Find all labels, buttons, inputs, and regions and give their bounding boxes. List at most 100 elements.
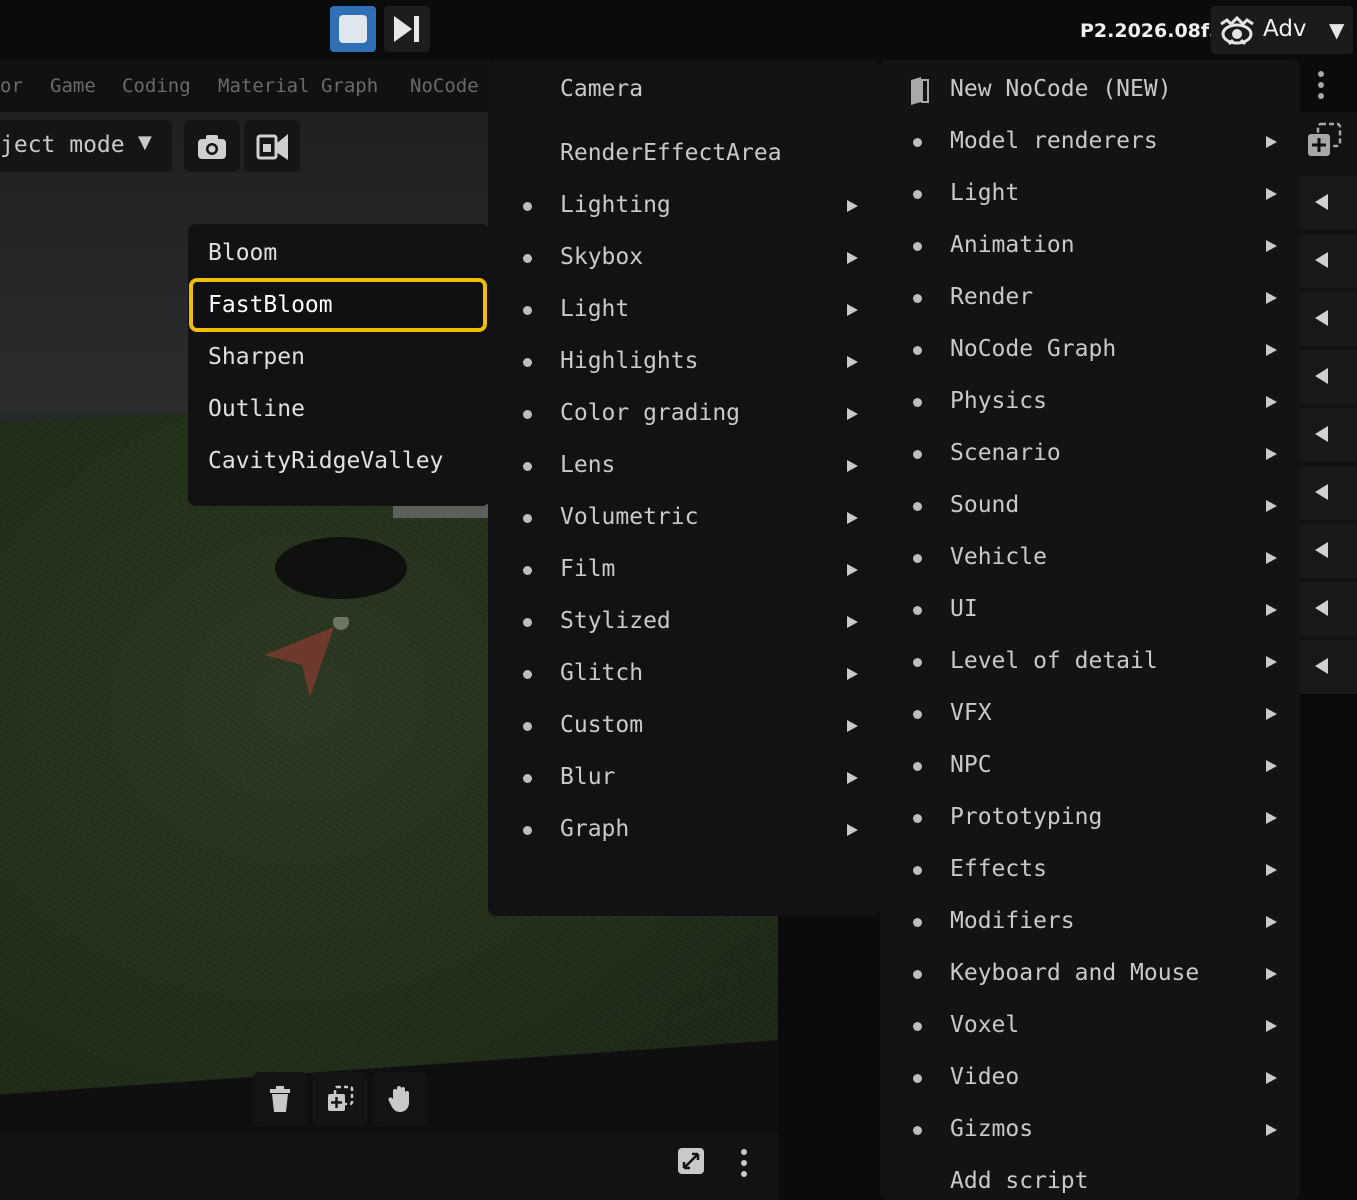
menu-item-sound[interactable]: Sound	[950, 492, 1019, 518]
menu-item-outline[interactable]: Outline	[208, 396, 305, 422]
add-component-icon[interactable]	[1306, 122, 1342, 160]
duplicate-icon	[328, 1085, 354, 1111]
collapse-button[interactable]	[1300, 234, 1357, 288]
film-camera-icon	[256, 134, 288, 160]
chevron-right-icon	[847, 772, 858, 784]
menu-item-vfx[interactable]: VFX	[950, 700, 992, 726]
pan-button[interactable]	[373, 1072, 427, 1126]
stop-icon	[339, 15, 367, 43]
menu-item-sharpen[interactable]: Sharpen	[208, 344, 305, 370]
duplicate-button[interactable]	[313, 1072, 367, 1126]
trash-icon	[270, 1086, 290, 1112]
tab-editor[interactable]: or	[0, 75, 23, 97]
menu-item-voxel[interactable]: Voxel	[950, 1012, 1019, 1038]
collapse-button[interactable]	[1300, 292, 1357, 346]
menu-item-camera[interactable]: Camera	[560, 76, 643, 102]
more-options-icon[interactable]	[1315, 70, 1327, 100]
menu-item-render-effect-area[interactable]: RenderEffectArea	[560, 140, 782, 166]
menu-item-bloom[interactable]: Bloom	[208, 240, 277, 266]
tab-coding[interactable]: Coding	[122, 75, 191, 97]
menu-item-scenario[interactable]: Scenario	[950, 440, 1061, 466]
menu-item-lighting[interactable]: Lighting	[560, 192, 671, 218]
bullet-icon	[913, 762, 922, 771]
menu-item-nocode-graph[interactable]: NoCode Graph	[950, 336, 1116, 362]
chevron-right-icon	[1266, 812, 1277, 824]
bullet-icon	[913, 502, 922, 511]
menu-item-physics[interactable]: Physics	[950, 388, 1047, 414]
menu-item-npc[interactable]: NPC	[950, 752, 992, 778]
collapse-button[interactable]	[1300, 524, 1357, 578]
menu-item-color-grading[interactable]: Color grading	[560, 400, 740, 426]
stop-button[interactable]	[330, 6, 376, 52]
step-forward-button[interactable]	[384, 6, 430, 52]
menu-item-skybox[interactable]: Skybox	[560, 244, 643, 270]
chevron-right-icon	[1266, 292, 1277, 304]
menu-item-prototyping[interactable]: Prototyping	[950, 804, 1102, 830]
menu-item-new-nocode[interactable]: New NoCode (NEW)	[950, 76, 1172, 102]
bullet-icon	[913, 242, 922, 251]
chevron-down-icon: ▼	[138, 132, 152, 153]
collapse-button[interactable]	[1300, 350, 1357, 404]
chevron-right-icon	[1266, 916, 1277, 928]
menu-item-keyboard-and-mouse[interactable]: Keyboard and Mouse	[950, 960, 1199, 986]
collapse-button[interactable]	[1300, 640, 1357, 694]
menu-item-render[interactable]: Render	[950, 284, 1033, 310]
menu-item-gizmos[interactable]: Gizmos	[950, 1116, 1033, 1142]
menu-item-blur[interactable]: Blur	[560, 764, 615, 790]
menu-item-stylized[interactable]: Stylized	[560, 608, 671, 634]
chevron-right-icon	[1266, 1020, 1277, 1032]
object-mode-select[interactable]: ject mode ▼	[0, 120, 172, 172]
collapse-button[interactable]	[1300, 176, 1357, 230]
mode-dropdown[interactable]: Adv ▼	[1211, 6, 1353, 54]
menu-item-effects[interactable]: Effects	[950, 856, 1047, 882]
screenshot-button[interactable]	[184, 120, 240, 172]
tab-game[interactable]: Game	[50, 75, 96, 97]
chevron-right-icon	[1266, 240, 1277, 252]
menu-item-film[interactable]: Film	[560, 556, 615, 582]
scene-object	[393, 504, 488, 518]
bullet-icon	[913, 554, 922, 563]
bullet-icon	[523, 514, 532, 523]
bullet-icon	[523, 202, 532, 211]
menu-item-ui[interactable]: UI	[950, 596, 978, 622]
menu-item-video[interactable]: Video	[950, 1064, 1019, 1090]
expand-icon[interactable]	[677, 1147, 705, 1175]
camera-view-button[interactable]	[244, 120, 300, 172]
menu-item-cavity-ridge-valley[interactable]: CavityRidgeValley	[208, 448, 443, 474]
collapse-button[interactable]	[1300, 466, 1357, 520]
chevron-right-icon	[1266, 552, 1277, 564]
menu-item-fastbloom[interactable]: FastBloom	[208, 292, 333, 318]
chevron-right-icon	[847, 512, 858, 524]
menu-item-lens[interactable]: Lens	[560, 452, 615, 478]
delete-button[interactable]	[253, 1072, 307, 1126]
chevron-right-icon	[847, 564, 858, 576]
menu-item-vehicle[interactable]: Vehicle	[950, 544, 1047, 570]
viewport-status-bar	[0, 1132, 778, 1200]
menu-item-level-of-detail[interactable]: Level of detail	[950, 648, 1158, 674]
bullet-icon	[523, 826, 532, 835]
chevron-left-icon	[1315, 368, 1328, 384]
eye-icon	[1220, 15, 1254, 46]
menu-item-light[interactable]: Light	[950, 180, 1019, 206]
bullet-icon	[913, 190, 922, 199]
more-options-icon[interactable]	[738, 1148, 750, 1178]
menu-item-graph[interactable]: Graph	[560, 816, 629, 842]
menu-item-light[interactable]: Light	[560, 296, 629, 322]
menu-item-animation[interactable]: Animation	[950, 232, 1075, 258]
menu-item-model-renderers[interactable]: Model renderers	[950, 128, 1158, 154]
menu-item-custom[interactable]: Custom	[560, 712, 643, 738]
collapse-button[interactable]	[1300, 582, 1357, 636]
menu-item-add-script[interactable]: Add script	[950, 1168, 1088, 1194]
tab-nocode[interactable]: NoCode	[410, 75, 479, 97]
bullet-icon	[913, 970, 922, 979]
bullet-icon	[523, 670, 532, 679]
menu-item-modifiers[interactable]: Modifiers	[950, 908, 1075, 934]
chevron-left-icon	[1315, 542, 1328, 558]
chevron-right-icon	[1266, 448, 1277, 460]
collapse-button[interactable]	[1300, 408, 1357, 462]
menu-item-volumetric[interactable]: Volumetric	[560, 504, 698, 530]
menu-item-glitch[interactable]: Glitch	[560, 660, 643, 686]
menu-item-highlights[interactable]: Highlights	[560, 348, 698, 374]
tab-material-graph[interactable]: Material Graph	[218, 75, 378, 97]
bullet-icon	[523, 618, 532, 627]
